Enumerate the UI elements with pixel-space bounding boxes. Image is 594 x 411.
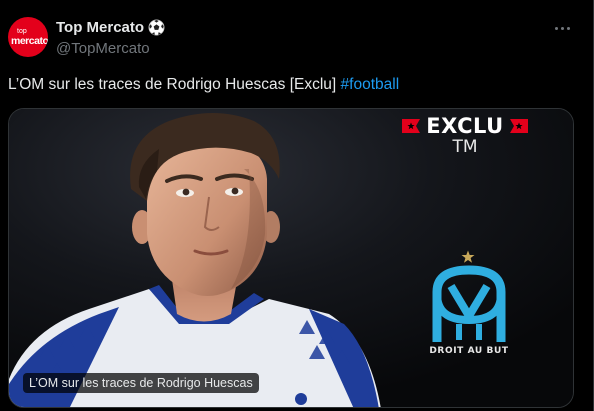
author-name-row: Top Mercato xyxy=(56,19,165,36)
author-display-name[interactable]: Top Mercato xyxy=(56,19,144,36)
exclu-label: EXCLU xyxy=(426,114,504,138)
exclu-sub-label: TM xyxy=(452,137,478,157)
flag-icon xyxy=(509,119,528,133)
club-motto: DROIT AU BUT xyxy=(429,346,509,356)
author-handle[interactable]: @TopMercato xyxy=(56,40,150,57)
tweet-media[interactable]: EXCLU TM DROIT AU BUT L’OM sur les trace… xyxy=(8,108,574,408)
om-logo-icon xyxy=(432,265,506,342)
hashtag-link[interactable]: #football xyxy=(341,76,400,93)
star-icon xyxy=(461,250,475,263)
avatar-text-bottom: mercato xyxy=(11,35,48,47)
soccer-ball-icon xyxy=(148,19,165,36)
avatar[interactable]: top mercato xyxy=(8,17,48,57)
avatar-text-top: top xyxy=(17,28,27,35)
more-icon[interactable] xyxy=(552,21,572,35)
alt-caption-badge[interactable]: L’OM sur les traces de Rodrigo Huescas xyxy=(23,373,259,393)
tweet-body: L’OM sur les traces de Rodrigo Huescas [… xyxy=(8,76,341,93)
exclu-badge: EXCLU xyxy=(395,114,535,138)
tweet-text: L’OM sur les traces de Rodrigo Huescas [… xyxy=(8,76,399,94)
flag-icon xyxy=(402,119,421,133)
